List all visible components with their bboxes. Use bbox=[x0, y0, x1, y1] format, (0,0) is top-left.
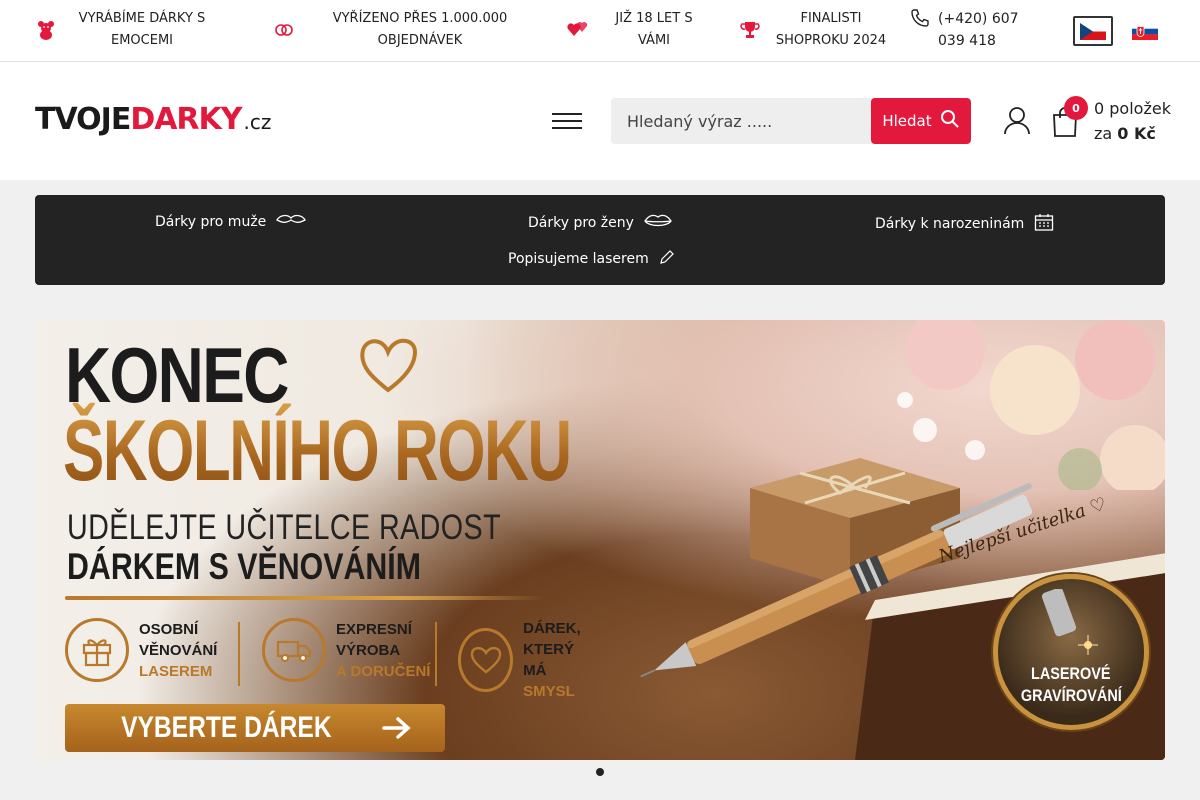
search-input[interactable] bbox=[611, 98, 871, 144]
calendar-icon bbox=[1034, 213, 1054, 235]
user-account-icon[interactable] bbox=[1002, 106, 1032, 136]
usp-text: JIŽ 18 LET S bbox=[615, 11, 693, 26]
feature-separator bbox=[435, 622, 437, 686]
feature-text: KTERÝ MÁ bbox=[523, 641, 574, 679]
top-info-bar: VYRÁBÍME DÁRKY S EMOCEMI VYŘÍZENO PŘES 1… bbox=[0, 0, 1200, 62]
phone-number: 039 418 bbox=[938, 33, 996, 49]
rings-icon bbox=[273, 19, 295, 41]
trophy-icon bbox=[739, 19, 761, 41]
logo-text: TVOJE bbox=[35, 102, 131, 137]
logo-text: DARKY bbox=[130, 102, 242, 137]
search-button[interactable]: Hledat bbox=[871, 98, 971, 144]
phone-number: (+420) 607 bbox=[938, 11, 1019, 27]
search-icon bbox=[940, 109, 960, 133]
banner-headline: ŠKOLNÍHO ROKU bbox=[63, 403, 572, 499]
nav-item-label: Dárky k narozeninám bbox=[875, 216, 1025, 232]
usp-text: SHOPROKU 2024 bbox=[775, 33, 887, 48]
feature-express: EXPRESNÍ VÝROBA A DORUČENÍ bbox=[262, 618, 430, 682]
usp-finalists: FINALISTI SHOPROKU 2024 bbox=[739, 8, 891, 52]
feature-separator bbox=[238, 622, 240, 686]
teddy-bear-icon bbox=[35, 19, 57, 41]
feature-text: OSOBNÍ bbox=[139, 620, 199, 638]
phone-icon bbox=[910, 8, 930, 52]
feature-text: A DORUČENÍ bbox=[336, 662, 431, 680]
language-sk[interactable] bbox=[1125, 16, 1165, 46]
hearts-icon bbox=[567, 19, 589, 41]
nav-item-label: Dárky pro ženy bbox=[528, 215, 634, 231]
nav-item-men[interactable]: Dárky pro muže bbox=[155, 213, 307, 231]
cart-total: 0 Kč bbox=[1117, 124, 1156, 143]
nav-item-label: Popisujeme laserem bbox=[508, 251, 649, 267]
phone-link[interactable]: (+420) 607 039 418 bbox=[910, 8, 1028, 52]
usp-text: EMOCEMI bbox=[110, 33, 173, 48]
cta-label: VYBERTE DÁREK bbox=[120, 711, 332, 744]
hero-banner[interactable]: Nejlepší učitelka ♡ KONEC ŠKOLNÍHO ROKU … bbox=[35, 320, 1165, 760]
carousel-dot[interactable] bbox=[596, 768, 604, 776]
sk-flag-icon bbox=[1132, 22, 1158, 40]
nav-item-label: Dárky pro muže bbox=[155, 214, 267, 230]
feature-text: EXPRESNÍ bbox=[336, 620, 412, 638]
pencil-icon bbox=[659, 249, 675, 269]
language-cz[interactable] bbox=[1073, 16, 1113, 46]
usp-emotions: VYRÁBÍME DÁRKY S EMOCEMI bbox=[35, 8, 217, 52]
nav-item-birthday[interactable]: Dárky k narozeninám bbox=[875, 213, 1054, 235]
laser-engraving-badge: LASEROVÉ GRAVÍROVÁNÍ bbox=[993, 574, 1149, 730]
usp-text: VÁMI bbox=[637, 33, 670, 48]
feature-personal: OSOBNÍ VĚNOVÁNÍ LASEREM bbox=[65, 618, 217, 682]
cart-count-badge: 0 bbox=[1064, 96, 1088, 120]
choose-gift-button[interactable]: VYBERTE DÁREK bbox=[65, 704, 445, 752]
logo-text: .cz bbox=[243, 110, 272, 134]
usp-text: VYŘÍZENO PŘES 1.000.000 bbox=[332, 11, 508, 26]
nav-item-laser[interactable]: Popisujeme laserem bbox=[508, 249, 675, 269]
heart-icon bbox=[458, 628, 514, 692]
usp-years: JIŽ 18 LET S VÁMI bbox=[567, 8, 709, 52]
menu-toggle-button[interactable] bbox=[552, 113, 582, 131]
nav-item-women[interactable]: Dárky pro ženy bbox=[528, 213, 672, 233]
heart-outline-icon bbox=[360, 338, 418, 393]
search-button-label: Hledat bbox=[882, 112, 932, 130]
lips-icon bbox=[644, 213, 672, 233]
site-header: TVOJE DARKY .cz Hledat 0 0 položek za 0 … bbox=[0, 62, 1200, 180]
usp-text: OBJEDNÁVEK bbox=[377, 33, 463, 48]
mustache-icon bbox=[276, 213, 307, 231]
banner-subheadline: UDĚLEJTE UČITELCE RADOST bbox=[67, 508, 502, 547]
gift-icon bbox=[65, 618, 129, 682]
usp-text: FINALISTI bbox=[800, 11, 862, 26]
feature-text: LASEREM bbox=[139, 662, 213, 680]
search-form: Hledat bbox=[611, 98, 971, 144]
feature-text: DÁREK, bbox=[523, 620, 581, 637]
site-logo[interactable]: TVOJE DARKY .cz bbox=[35, 102, 271, 137]
badge-text: LASEROVÉ bbox=[1031, 664, 1111, 683]
feature-text: VĚNOVÁNÍ bbox=[139, 641, 218, 659]
usp-orders: VYŘÍZENO PŘES 1.000.000 OBJEDNÁVEK bbox=[273, 8, 535, 52]
feature-text: VÝROBA bbox=[336, 641, 401, 659]
category-nav: Dárky pro muže Dárky pro ženy Dárky k na… bbox=[35, 195, 1165, 285]
banner-subheadline: DÁRKEM S VĚNOVÁNÍM bbox=[67, 546, 421, 587]
feature-text: SMYSL bbox=[523, 683, 575, 700]
usp-text: VYRÁBÍME DÁRKY S bbox=[78, 11, 206, 26]
badge-text: GRAVÍROVÁNÍ bbox=[1020, 686, 1122, 705]
cz-flag-icon bbox=[1080, 22, 1106, 40]
divider bbox=[65, 596, 545, 600]
laser-spark-icon bbox=[1041, 589, 1098, 655]
cart-items-text: 0 položek bbox=[1094, 99, 1171, 118]
arrow-right-icon bbox=[382, 717, 411, 739]
cart-total-prefix: za bbox=[1094, 124, 1113, 143]
feature-meaning: DÁREK, KTERÝ MÁ SMYSL bbox=[458, 618, 590, 702]
truck-icon bbox=[262, 618, 326, 682]
flowers-illustration bbox=[897, 320, 1165, 490]
